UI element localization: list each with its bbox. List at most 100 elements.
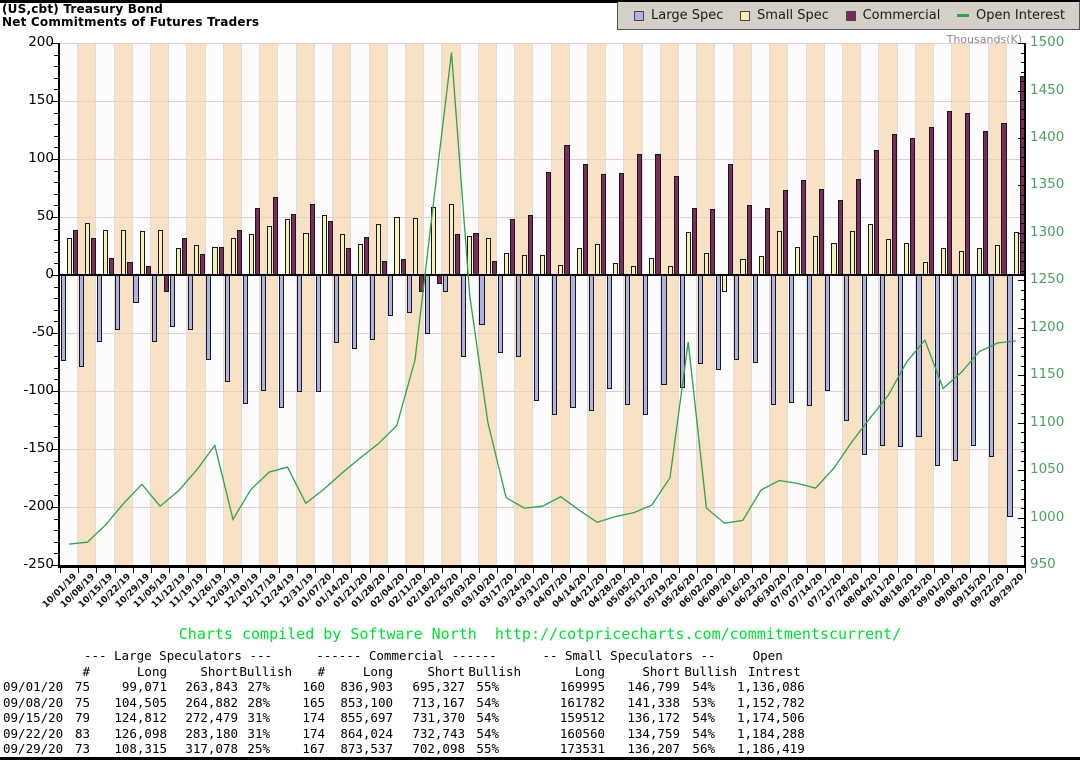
x-axis-tick [934,568,935,573]
right-axis-label: 1150 [1030,367,1064,382]
right-axis-tick [1021,166,1025,167]
left-axis-tick [54,171,58,172]
row-value: 1,186,419 [737,741,805,757]
left-axis-tick [54,542,58,543]
row-value: 55% [465,679,521,695]
row-value: 54% [465,710,521,726]
right-axis-tick [1021,147,1025,148]
right-axis-tick [1021,318,1025,319]
group-header-commercial: ------ Commercial ------ [292,648,521,664]
left-axis-tick [54,78,58,79]
right-axis-tick [1018,91,1025,92]
row-value: 1,174,506 [737,710,805,726]
row-date: 09/15/20 [0,710,64,726]
left-axis-tick [54,55,58,56]
x-axis-tick [825,568,826,573]
row-value: 126,098 [90,726,167,742]
legend-label-large-spec: Large Spec [651,8,723,23]
left-axis-label: 200 [6,35,54,50]
x-axis-tick [716,568,717,573]
right-axis-tick [1021,366,1025,367]
small-spec-swatch-icon [740,11,750,21]
row-value: 54% [680,726,737,742]
right-axis-tick [1021,413,1025,414]
row-value: 263,843 [167,679,238,695]
right-axis-tick [1018,43,1025,44]
row-date: 09/01/20 [0,679,64,695]
left-axis-tick [54,426,58,427]
x-axis-tick [351,568,352,573]
row-value: 1,184,288 [737,726,805,742]
left-axis-tick [54,379,58,380]
right-axis-tick [1021,290,1025,291]
x-axis-tick [479,568,480,573]
right-axis-tick [1021,356,1025,357]
table-row: 09/01/207599,071263,84327%160836,903695,… [0,679,805,695]
x-axis-tick [570,568,571,573]
group-header-open: Open [737,648,805,664]
table-column-header-row: #LongShortBullish#LongShortBullishLongSh… [0,664,805,680]
row-value: 159512 [521,710,605,726]
x-axis-tick [807,568,808,573]
x-axis-tick [1007,568,1008,573]
left-axis-tick [54,472,58,473]
row-value: 167 [292,741,325,757]
right-axis-tick [1021,72,1025,73]
left-axis-label: 0 [6,267,54,282]
group-header-large-speculators: --- Large Speculators --- [64,648,292,664]
left-axis-tick [54,182,58,183]
left-axis-tick [54,66,58,67]
right-axis-tick [1021,81,1025,82]
right-axis-label: 1500 [1030,35,1064,50]
commercial-swatch-icon [846,11,856,21]
left-axis-tick [54,553,58,554]
right-axis-tick [1018,233,1025,234]
x-axis-tick [952,568,953,573]
left-axis-tick [54,495,58,496]
right-axis-tick [1021,337,1025,338]
left-axis-tick [54,484,58,485]
right-axis-tick [1018,138,1025,139]
right-axis-tick [1018,185,1025,186]
legend-label-commercial: Commercial [863,8,941,23]
right-axis-label: 1250 [1030,272,1064,287]
row-value: 174 [292,726,325,742]
right-axis-tick [1021,394,1025,395]
right-axis-tick [1021,271,1025,272]
x-axis-tick [96,568,97,573]
left-axis-tick [51,159,58,160]
right-axis-tick [1021,109,1025,110]
right-axis-label: 1300 [1030,225,1064,240]
right-axis-label: 1200 [1030,320,1064,335]
x-axis-tick [770,568,771,573]
left-axis-tick [51,217,58,218]
x-axis-tick [169,568,170,573]
x-axis-tick [115,568,116,573]
right-axis-tick [1021,261,1025,262]
right-axis-label: 1450 [1030,83,1064,98]
x-axis-tick [333,568,334,573]
right-axis-tick [1021,442,1025,443]
table-row: 09/22/2083126,098283,18031%174864,024732… [0,726,805,742]
left-axis-tick [54,240,58,241]
legend-label-open-interest: Open Interest [976,8,1065,23]
row-value: 169995 [521,679,605,695]
x-axis-tick [370,568,371,573]
x-axis-tick [297,568,298,573]
right-axis-tick [1018,423,1025,424]
row-value: 136,172 [605,710,680,726]
x-axis-tick [315,568,316,573]
left-axis-tick [54,321,58,322]
column-header-long-6: Long [325,664,393,680]
column-header-#-1: # [64,664,90,680]
x-axis-tick [916,568,917,573]
left-axis-tick [54,356,58,357]
legend: Large SpecSmall SpecCommercialOpen Inter… [617,2,1080,30]
right-axis-tick [1021,556,1025,557]
column-header-short-3: Short [167,664,238,680]
left-axis-tick [54,147,58,148]
row-value: 54% [465,695,521,711]
credit-text: Charts compiled by Software North http:/… [0,625,1080,643]
left-axis-tick [54,519,58,520]
row-value: 165 [292,695,325,711]
